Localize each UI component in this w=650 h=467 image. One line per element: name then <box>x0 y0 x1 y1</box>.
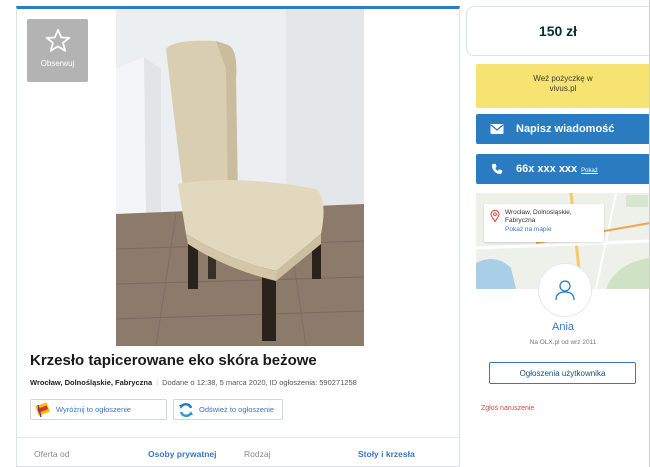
listing-photo[interactable] <box>116 9 364 346</box>
refresh-ad-button[interactable]: Odśwież to ogłoszenie <box>173 399 283 420</box>
chair-photo-image <box>116 9 364 346</box>
loan-ad-line2: vivus.pl <box>549 84 577 93</box>
observe-button[interactable]: Obserwuj <box>27 19 88 82</box>
address-line1: Wrocław, Dolnośląskie, <box>505 209 572 216</box>
listing-meta: Wrocław, Dolnośląskie, Fabryczna | Dodane … <box>30 378 357 387</box>
attribute-value-type[interactable]: Stoły i krzesła <box>358 449 415 459</box>
price-box: 150 zł <box>466 6 650 56</box>
seller-name[interactable]: Ania <box>476 321 650 333</box>
seller-card: Wrocław, Dolnośląskie, Fabryczna Pokaż n… <box>476 193 650 391</box>
listing-card: Obserwuj Krzesło tapicerowane eko skóra … <box>16 6 460 467</box>
highlight-ad-label: Wyróżnij to ogłoszenie <box>56 405 131 414</box>
attribute-value-offer[interactable]: Osoby prywatnej <box>148 449 217 459</box>
price-label: 150 zł <box>538 23 578 39</box>
seller-since: Na OLX.pl od wrz 2011 <box>529 339 597 346</box>
send-message-label: Napisz wiadomość <box>516 123 615 135</box>
attribute-key-type: Rodzaj <box>244 449 271 459</box>
show-phone-link[interactable]: Pokaż <box>581 168 598 174</box>
phone-icon <box>491 163 503 175</box>
phone-number: 66x xxx xxx <box>516 163 578 175</box>
address-card: Wrocław, Dolnośląskie, Fabryczna Pokaż n… <box>484 204 604 242</box>
listing-added-date: Dodane o 12:38, 5 marca 2020, ID ogłosze… <box>162 378 357 387</box>
details-divider <box>17 437 459 438</box>
listing-title: Krzesło tapicerowane eko skóra beżowe <box>30 352 317 369</box>
observe-label: Obserwuj <box>40 59 75 68</box>
photo-gallery[interactable]: Obserwuj <box>17 9 459 346</box>
report-link[interactable]: Zgłoś naruszenie <box>481 405 534 412</box>
listing-location[interactable]: Wrocław, Dolnośląskie, Fabryczna <box>30 378 152 387</box>
refresh-ad-label: Odśwież to ogłoszenie <box>199 405 275 414</box>
map-pin-icon <box>490 210 500 222</box>
address-line2: Fabryczna <box>505 217 536 224</box>
avatar[interactable] <box>538 263 592 317</box>
envelope-icon <box>490 124 504 134</box>
highlight-ad-button[interactable]: Wyróżnij to ogłoszenie <box>30 399 167 420</box>
loan-ad-banner[interactable]: Weź pożyczkę w vivus.pl <box>476 64 650 108</box>
refresh-icon <box>179 402 193 417</box>
star-icon <box>45 29 70 52</box>
attribute-key-offer: Oferta od <box>34 449 70 459</box>
meta-separator: | <box>156 378 159 387</box>
loan-ad-line1: Weź pożyczkę w <box>533 74 593 83</box>
highlight-ribbon-icon <box>35 401 51 417</box>
show-on-map-link[interactable]: Pokaż na mapie <box>505 226 600 234</box>
show-phone-button[interactable]: 66x xxx xxx Pokaż <box>476 154 650 184</box>
seller-ads-label: Ogłoszenia użytkownika <box>519 368 606 378</box>
send-message-button[interactable]: Napisz wiadomość <box>476 114 650 144</box>
seller-ads-button[interactable]: Ogłoszenia użytkownika <box>489 362 636 384</box>
user-icon <box>555 280 575 301</box>
